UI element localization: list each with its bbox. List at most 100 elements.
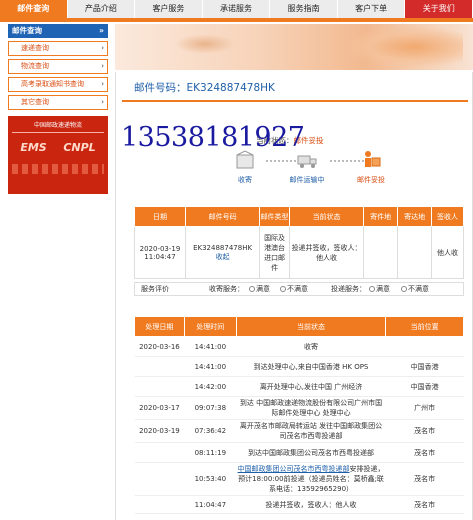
sidebar-title-label: 邮件查询 <box>12 26 42 35</box>
cell-status: 中国邮政集团公司茂名市西粤投递部安排投递，预计18:00:00前投递（投递员姓名… <box>236 462 386 496</box>
sidebar-item-label: 速递查询 <box>21 44 49 52</box>
step-label: 邮件妥投 <box>357 176 385 184</box>
collapse-link[interactable]: 收起 <box>187 252 258 262</box>
step-delivered: 邮件妥投 <box>348 150 394 185</box>
cell-status: 到达 中国邮政速递物流股份有限公司广州市国际邮件处理中心 处理中心 <box>236 396 386 420</box>
cell-date <box>134 356 185 377</box>
cell-status: 投递并签收，签收人：他人收 <box>236 495 386 514</box>
nav-divider <box>0 18 473 22</box>
cell-date <box>134 495 185 514</box>
cell-signer: 他人收 <box>431 226 464 279</box>
cell-date: 2020-03-16 <box>134 336 185 357</box>
cell-from <box>363 226 399 279</box>
service-evaluation-row: 服务评价 收寄服务： 满意 不满意 投递服务： 满意 不满意 <box>134 282 464 296</box>
cell-date: 2020-03-17 <box>134 396 185 420</box>
table-row: 2020-03-17 09:07:38 到达 中国邮政速递物流股份有限公司广州市… <box>134 396 464 420</box>
cell-status: 到达中国邮政集团公司茂名市西粤投递部 <box>236 442 386 463</box>
page-title: 邮件号码：EK324887478HK <box>122 78 468 102</box>
column-header: 日期 <box>134 206 186 227</box>
sidebar: 邮件查询 » 速递查询 › 物流查询 › 高考录取通知书查询 › 其它查询 › … <box>8 24 108 194</box>
option-label: 满意 <box>256 285 270 293</box>
sidebar-item-logistics-query[interactable]: 物流查询 › <box>8 59 108 74</box>
table-row: 08:11:19 到达中国邮政集团公司茂名市西粤投递部 茂名市 <box>134 442 464 463</box>
mail-number-text: EK324887478HK <box>193 243 253 252</box>
step-in-transit: 邮件运输中 <box>284 150 330 185</box>
cell-location: 广州市 <box>385 396 464 420</box>
radio-icon <box>249 286 255 292</box>
cell-time: 11:04:47 <box>184 495 237 514</box>
cell-location: 中国香港 <box>385 356 464 377</box>
sidebar-item-label: 物流查询 <box>21 62 49 70</box>
cell-time: 08:11:19 <box>184 442 237 463</box>
ems-logo: EMS <box>20 141 47 154</box>
tab-service-guide[interactable]: 服务指南 <box>270 0 338 18</box>
deliver-service-label: 投递服务： <box>331 285 366 293</box>
deliver-satisfied-radio[interactable]: 满意 <box>369 283 390 295</box>
collect-satisfied-radio[interactable]: 满意 <box>249 283 270 295</box>
deliver-unsatisfied-radio[interactable]: 不满意 <box>401 283 429 295</box>
table-row: 2020-03-16 14:41:00 收寄 <box>134 336 464 357</box>
option-label: 不满意 <box>408 285 429 293</box>
tab-products[interactable]: 产品介绍 <box>67 0 136 18</box>
cell-date <box>134 376 185 397</box>
column-header: 处理时间 <box>183 316 237 337</box>
collect-unsatisfied-radio[interactable]: 不满意 <box>280 283 308 295</box>
table-row: 11:04:47 投递并签收，签收人：他人收 茂名市 <box>134 495 464 514</box>
truck-icon <box>296 150 318 170</box>
tab-about-us[interactable]: 关于我们 <box>405 0 473 18</box>
cell-time: 09:07:38 <box>184 396 237 420</box>
cell-status: 投递并签收，签收人：他人收 <box>288 226 365 279</box>
tracking-table: 处理日期 处理时间 当前状态 当前位置 2020-03-16 14:41:00 … <box>134 316 464 514</box>
chevron-right-icon: › <box>101 44 104 52</box>
table-row: 2020-03-19 07:36:42 离开茂名市邮政局转运站 发往中国邮政集团… <box>134 419 464 443</box>
box-icon <box>234 150 256 170</box>
tab-customer-order[interactable]: 客户下单 <box>337 0 406 18</box>
phone-number-overlay: 13538181927 <box>121 122 305 153</box>
radio-icon <box>401 286 407 292</box>
cell-status: 收寄 <box>236 336 386 357</box>
cell-date: 2020-03-19 <box>134 419 185 443</box>
cell-status: 离开处理中心,发往中国 广州经济 <box>236 376 386 397</box>
cell-status: 到达处理中心,来自中国香港 HK OPS <box>236 356 386 377</box>
sidebar-item-other-query[interactable]: 其它查询 › <box>8 95 108 110</box>
cell-to <box>397 226 433 279</box>
column-header: 签收人 <box>431 206 464 227</box>
cnpl-logo: CNPL <box>63 141 96 154</box>
sidebar-item-express-query[interactable]: 速递查询 › <box>8 41 108 56</box>
table-row: 14:42:00 离开处理中心,发往中国 广州经济 中国香港 <box>134 376 464 397</box>
mail-number-title: 邮件号码：EK324887478HK <box>134 82 275 94</box>
column-header: 当前位置 <box>385 316 464 337</box>
column-header: 当前状态 <box>288 206 365 227</box>
sidebar-item-label: 其它查询 <box>21 98 49 106</box>
radio-icon <box>369 286 375 292</box>
collect-service-label: 收寄服务： <box>209 285 244 293</box>
sidebar-item-admission-letter-query[interactable]: 高考录取通知书查询 › <box>8 77 108 92</box>
radio-icon <box>280 286 286 292</box>
table-header-row: 日期 邮件号码 邮件类型 当前状态 寄件地 寄达地 签收人 <box>134 206 464 227</box>
step-label: 邮件运输中 <box>289 176 325 184</box>
ems-logo-banner: 中国邮政速递物流 EMS CNPL <box>8 116 108 194</box>
header-banner <box>115 24 473 70</box>
cell-date <box>134 442 185 463</box>
main-content: 邮件号码：EK324887478HK 当前状态：邮件妥投 收寄 邮件运输中 邮件… <box>115 72 473 520</box>
cell-time: 10:53:40 <box>184 462 237 496</box>
table-header-row: 处理日期 处理时间 当前状态 当前位置 <box>134 316 464 337</box>
cell-location <box>385 336 464 357</box>
step-collected: 收寄 <box>222 150 268 185</box>
tab-mail-query[interactable]: 邮件查询 <box>0 0 68 18</box>
map-graphic <box>343 26 463 68</box>
column-header: 处理日期 <box>134 316 185 337</box>
delivery-office-link[interactable]: 中国邮政集团公司茂名市西粤投递部 <box>238 465 350 473</box>
column-header: 寄达地 <box>397 206 433 227</box>
cell-mail-number: EK324887478HK 收起 <box>184 226 261 279</box>
cell-status: 离开茂名市邮政局转运站 发往中国邮政集团公司茂名市西粤投递部 <box>236 419 386 443</box>
chevron-right-icon: › <box>101 98 104 106</box>
evaluation-label: 服务评价 <box>141 285 169 293</box>
cell-location: 茂名市 <box>385 462 464 496</box>
sidebar-title[interactable]: 邮件查询 » <box>8 24 108 38</box>
tab-customer-service[interactable]: 客户服务 <box>135 0 203 18</box>
cell-location: 茂名市 <box>385 495 464 514</box>
tab-promise-service[interactable]: 承诺服务 <box>202 0 271 18</box>
logo-org-name: 中国邮政速递物流 <box>12 120 104 133</box>
airplane-graphic <box>175 34 235 54</box>
